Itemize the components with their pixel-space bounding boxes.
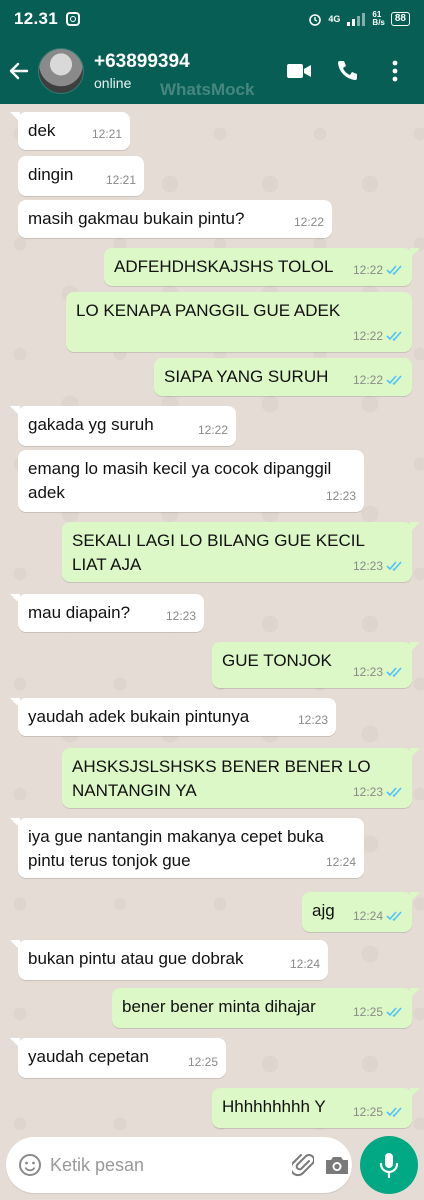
back-button[interactable]	[0, 38, 36, 104]
instagram-icon	[66, 12, 81, 26]
message-text: bukan pintu atau gue dobrak	[28, 949, 244, 968]
message-text: ADFEHDHSKAJSHS TOLOL	[114, 257, 334, 276]
message-bubble[interactable]: iya gue nantangin makanya cepet buka pin…	[10, 818, 364, 878]
emoji-icon	[19, 1154, 41, 1176]
message-time: 12:23	[165, 609, 196, 623]
message-text: emang lo masih kecil ya cocok dipanggil …	[28, 459, 337, 502]
message-text: dek	[28, 121, 56, 140]
message-time: 12:23	[297, 713, 328, 727]
more-vertical-icon	[392, 60, 398, 82]
signal-icon	[347, 13, 366, 26]
chat-header: +63899394 online WhatsMock	[0, 38, 424, 104]
message-time: 12:21	[91, 127, 122, 141]
message-time: 12:24	[352, 909, 383, 923]
message-input[interactable]	[50, 1154, 282, 1176]
read-receipt-icon	[386, 375, 402, 386]
network-type: 4G	[328, 14, 341, 24]
message-text: Hhhhhhhhh Y	[222, 1097, 326, 1116]
message-bubble[interactable]: mau diapain? 12:23	[10, 594, 204, 632]
read-receipt-icon	[386, 787, 402, 798]
message-bubble[interactable]: dingin 12:21	[18, 156, 144, 196]
message-text: iya gue nantangin makanya cepet buka pin…	[28, 827, 329, 870]
battery-indicator: 88	[390, 12, 410, 26]
message-text: gakada yg suruh	[28, 415, 154, 434]
message-text: masih gakmau bukain pintu?	[28, 209, 245, 228]
message-bubble[interactable]: yaudah adek bukain pintunya 12:23	[10, 698, 336, 736]
camera-button[interactable]	[324, 1150, 350, 1180]
read-receipt-icon	[386, 561, 402, 572]
message-bubble[interactable]: AHSKSJSLSHSKS BENER BENER LO NANTANGIN Y…	[62, 748, 420, 808]
message-text: GUE TONJOK	[222, 651, 332, 670]
video-call-button[interactable]	[284, 56, 314, 86]
camera-icon	[326, 1157, 348, 1174]
message-text: AHSKSJSLSHSKS BENER BENER LO NANTANGIN Y…	[72, 757, 376, 800]
network-speed: 61 B/s	[372, 10, 385, 27]
message-text: bener bener minta dihajar	[122, 997, 316, 1016]
message-bubble[interactable]: SIAPA YANG SURUH 12:22	[154, 358, 412, 396]
message-bubble[interactable]: Hhhhhhhhh Y 12:25	[212, 1088, 420, 1128]
message-bubble[interactable]: yaudah cepetan 12:25	[10, 1038, 226, 1078]
message-time: 12:25	[352, 1105, 383, 1119]
message-text: ajg	[312, 901, 335, 920]
message-time: 12:23	[352, 785, 383, 799]
read-receipt-icon	[386, 1107, 402, 1118]
message-time: 12:22	[293, 215, 324, 229]
message-bubble[interactable]: GUE TONJOK 12:23	[212, 642, 420, 688]
message-input-container[interactable]	[6, 1137, 352, 1193]
avatar[interactable]	[38, 48, 84, 94]
watermark: WhatsMock	[160, 80, 255, 99]
message-bubble[interactable]: bener bener minta dihajar 12:25	[112, 988, 420, 1028]
video-camera-icon	[287, 64, 311, 78]
message-text: yaudah cepetan	[28, 1047, 149, 1066]
message-bubble[interactable]: ADFEHDHSKAJSHS TOLOL 12:22	[104, 248, 420, 286]
message-time: 12:24	[325, 855, 356, 869]
message-text: LO KENAPA PANGGIL GUE ADEK	[76, 301, 341, 320]
more-options-button[interactable]	[380, 56, 410, 86]
message-text: SIAPA YANG SURUH	[164, 367, 329, 386]
status-time: 12.31	[14, 9, 59, 28]
message-time: 12:22	[352, 329, 383, 343]
message-time: 12:25	[352, 1005, 383, 1019]
voice-message-button[interactable]	[360, 1136, 418, 1194]
input-bar	[0, 1130, 424, 1200]
message-bubble[interactable]: ajg 12:24	[302, 892, 420, 932]
read-receipt-icon	[386, 911, 402, 922]
message-text: mau diapain?	[28, 603, 131, 622]
emoji-button[interactable]	[18, 1151, 42, 1179]
voice-call-button[interactable]	[332, 56, 362, 86]
message-bubble[interactable]: dek 12:21	[10, 112, 130, 150]
message-time: 12:21	[105, 173, 136, 187]
message-bubble[interactable]: LO KENAPA PANGGIL GUE ADEK 12:22	[66, 292, 412, 352]
read-receipt-icon	[386, 265, 402, 276]
microphone-icon	[379, 1153, 399, 1179]
read-receipt-icon	[386, 667, 402, 678]
attach-button[interactable]	[292, 1150, 314, 1180]
phone-icon	[338, 61, 357, 80]
message-bubble[interactable]: emang lo masih kecil ya cocok dipanggil …	[18, 450, 364, 512]
message-time: 12:23	[352, 665, 383, 679]
message-time: 12:22	[352, 373, 383, 387]
read-receipt-icon	[386, 1007, 402, 1018]
read-receipt-icon	[386, 331, 402, 342]
message-bubble[interactable]: gakada yg suruh 12:22	[10, 406, 236, 446]
message-text: SEKALI LAGI LO BILANG GUE KECIL LIAT AJA	[72, 531, 369, 574]
message-time: 12:24	[289, 957, 320, 971]
message-text: yaudah adek bukain pintunya	[28, 707, 250, 726]
message-text: dingin	[28, 165, 74, 184]
message-time: 12:22	[197, 423, 228, 437]
message-time: 12:23	[352, 559, 383, 573]
status-bar: 12.31 4G 61 B/s 88	[0, 0, 424, 38]
alarm-icon	[309, 14, 322, 26]
message-bubble[interactable]: masih gakmau bukain pintu? 12:22	[18, 200, 332, 238]
paperclip-icon	[292, 1154, 314, 1177]
contact-name: +63899394	[94, 51, 190, 72]
back-arrow-icon	[9, 62, 29, 80]
chat-area[interactable]: dek 12:21 dingin 12:21 masih gakmau buka…	[0, 104, 424, 1130]
message-time: 12:25	[187, 1055, 218, 1069]
message-time: 12:22	[352, 263, 383, 277]
message-time: 12:23	[325, 489, 356, 503]
message-bubble[interactable]: SEKALI LAGI LO BILANG GUE KECIL LIAT AJA…	[62, 522, 420, 582]
message-bubble[interactable]: bukan pintu atau gue dobrak 12:24	[10, 940, 328, 980]
